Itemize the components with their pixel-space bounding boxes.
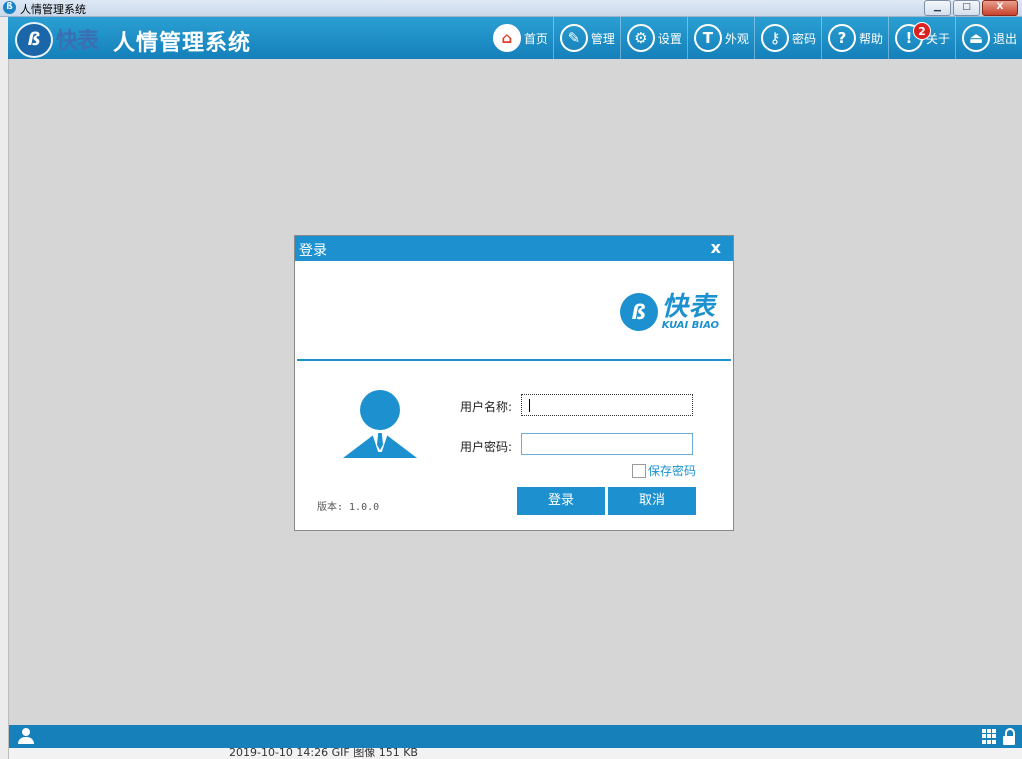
nav-label: 首页 (523, 31, 548, 46)
partial-file-row: 2019-10-10 14:26 GIF 图像 151 KB (229, 748, 418, 759)
nav-label: 设置 (657, 31, 682, 46)
user-avatar-icon (343, 390, 417, 460)
text-caret (529, 399, 530, 412)
nav-help[interactable]: ? 帮助 (820, 17, 888, 59)
app-title: 人情管理系统 (113, 30, 252, 56)
dialog-close-icon[interactable]: x (711, 238, 721, 257)
nav-label: 密码 (791, 31, 816, 46)
user-icon[interactable] (18, 728, 34, 745)
help-icon: ? (827, 24, 856, 52)
save-password-label: 保存密码 (648, 464, 697, 478)
status-bar (9, 725, 1022, 748)
nav-home[interactable]: ⌂ 首页 (487, 17, 553, 59)
background-window-strip: 2019-10-10 14:26 GIF 图像 151 KB (9, 748, 1022, 759)
version-text: 版本: 1.0.0 (317, 502, 380, 513)
nav-appearance[interactable]: T 外观 (686, 17, 754, 59)
username-input[interactable] (521, 394, 693, 416)
brand-name: 快表 (661, 291, 716, 322)
save-password-checkbox[interactable]: 保存密码 (632, 462, 696, 479)
gear-icon: ⚙ (626, 24, 655, 52)
nav-label: 退出 (992, 31, 1017, 46)
key-icon: ⚷ (760, 24, 789, 52)
nav-password[interactable]: ⚷ 密码 (753, 17, 821, 59)
nav-manage[interactable]: ✎ 管理 (552, 17, 620, 59)
brand-logo: ß 快表 KUAI BIAO (619, 291, 719, 331)
password-label: 用户密码: (460, 440, 513, 454)
window-controls: ▁ □ X (924, 0, 1018, 16)
main-nav: ⌂ 首页 ✎ 管理 ⚙ 设置 T 外观 ⚷ 密码 ? 帮助 ! 关于 2 ⏏ 退… (487, 17, 1022, 59)
nav-label: 外观 (724, 31, 749, 46)
nav-settings[interactable]: ⚙ 设置 (619, 17, 687, 59)
brand-logo-icon: ß (619, 293, 658, 331)
home-icon: ⌂ (492, 24, 521, 52)
nav-label: 帮助 (858, 31, 883, 46)
close-button[interactable]: X (982, 0, 1018, 16)
tshirt-icon: T (693, 24, 722, 52)
checkbox-box[interactable] (632, 463, 646, 478)
dialog-banner: ß 快表 KUAI BIAO (297, 263, 731, 361)
brand-name-en: KUAI BIAO (661, 319, 719, 331)
nav-exit[interactable]: ⏏ 退出 (954, 17, 1022, 59)
lock-icon[interactable] (1003, 728, 1015, 745)
left-strip (0, 17, 9, 759)
maximize-button[interactable]: □ (953, 0, 980, 16)
login-button[interactable]: 登录 (517, 487, 605, 515)
notification-badge: 2 (912, 22, 931, 40)
logo-text: 快表 (56, 29, 99, 54)
manage-icon: ✎ (559, 24, 588, 52)
grid-icon[interactable] (982, 729, 997, 744)
username-label: 用户名称: (460, 400, 513, 414)
cancel-button[interactable]: 取消 (608, 487, 696, 515)
exit-icon: ⏏ (961, 24, 990, 52)
login-dialog: 登录 x ß 快表 KUAI BIAO 用户名称: 用户密码: 保存密码 版本:… (294, 235, 734, 531)
logo-icon: ß (15, 22, 53, 58)
minimize-button[interactable]: ▁ (924, 0, 951, 16)
nav-about[interactable]: ! 关于 2 (887, 17, 955, 59)
window-title: 人情管理系统 (20, 3, 86, 16)
dialog-title-bar: 登录 x (295, 236, 733, 261)
app-header: ß 快表 人情管理系统 ⌂ 首页 ✎ 管理 ⚙ 设置 T 外观 ⚷ 密码 ? 帮… (8, 17, 1022, 59)
password-input[interactable] (521, 433, 693, 455)
dialog-title: 登录 (299, 243, 327, 259)
app-icon: ß (3, 1, 16, 14)
window-title-bar: ß 人情管理系统 ▁ □ X (0, 0, 1022, 17)
nav-label: 管理 (590, 31, 615, 46)
